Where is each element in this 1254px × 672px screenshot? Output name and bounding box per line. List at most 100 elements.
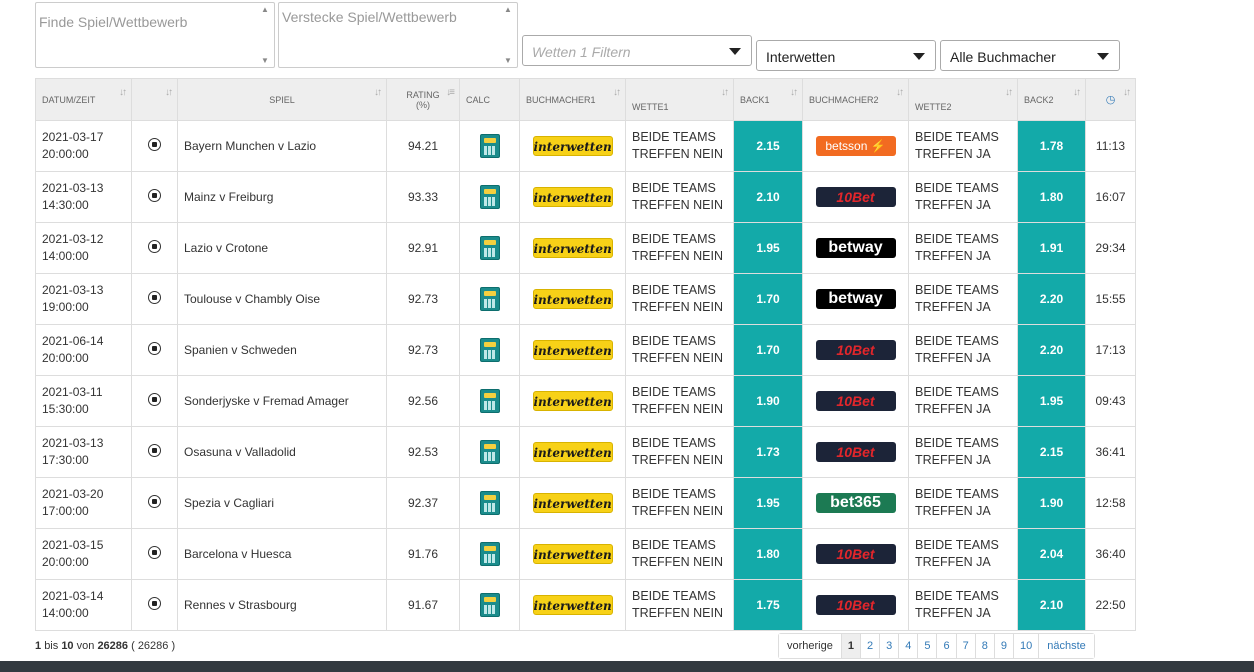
- calculator-icon[interactable]: [479, 134, 500, 158]
- pager-prev-button[interactable]: vorherige: [779, 634, 842, 658]
- pager-page-6[interactable]: 6: [937, 634, 957, 658]
- pager-page-3[interactable]: 3: [880, 634, 900, 658]
- scroll-up-icon[interactable]: ▲: [504, 5, 512, 14]
- cell-back1[interactable]: 1.95: [733, 477, 803, 529]
- interwetten-logo[interactable]: interwetten: [532, 544, 613, 564]
- calculator-icon[interactable]: [479, 287, 500, 311]
- calculator-icon[interactable]: [479, 236, 500, 260]
- col-header-spiel[interactable]: SPIEL ↓↑: [177, 78, 387, 121]
- col-header-back2[interactable]: BACK2 ↓↑: [1017, 78, 1086, 121]
- cell-back2[interactable]: 1.78: [1017, 120, 1086, 172]
- col-header-rating[interactable]: RATING (%) ↓≡: [386, 78, 460, 121]
- pager-page-9[interactable]: 9: [994, 634, 1014, 658]
- scroll-down-icon[interactable]: ▼: [261, 56, 269, 65]
- col-header-datum[interactable]: DATUM/ZEIT ↓↑: [35, 78, 132, 121]
- cell-back1[interactable]: 1.90: [733, 375, 803, 427]
- calculator-icon[interactable]: [479, 542, 500, 566]
- col-header-bm1[interactable]: BUCHMACHER1 ↓↑: [519, 78, 626, 121]
- bet2-line1: BEIDE TEAMS: [915, 385, 999, 399]
- pager-page-5[interactable]: 5: [918, 634, 938, 658]
- interwetten-logo[interactable]: interwetten: [532, 340, 613, 360]
- interwetten-logo[interactable]: interwetten: [532, 136, 613, 156]
- pager-page-2[interactable]: 2: [860, 634, 881, 658]
- bet2-line1: BEIDE TEAMS: [915, 436, 999, 450]
- hide-match-input[interactable]: Verstecke Spiel/Wettbewerb ▲ ▼: [278, 2, 518, 68]
- col-header-age[interactable]: ◷ ↓↑: [1085, 78, 1136, 121]
- calculator-icon[interactable]: [479, 185, 500, 209]
- cell-back1[interactable]: 1.70: [733, 324, 803, 376]
- betsson-logo[interactable]: betsson ⚡: [815, 136, 896, 156]
- pager-page-7[interactable]: 7: [956, 634, 976, 658]
- bet2-line2: TREFFEN JA: [915, 147, 991, 161]
- calculator-icon[interactable]: [479, 593, 500, 617]
- cell-back1[interactable]: 2.15: [733, 120, 803, 172]
- hide-match-scrollbar[interactable]: ▲ ▼: [500, 3, 517, 67]
- pager-page-4[interactable]: 4: [899, 634, 919, 658]
- cell-back2[interactable]: 2.15: [1017, 426, 1086, 478]
- cell-rating: 92.91: [386, 222, 460, 274]
- cell-match: Lazio v Crotone: [177, 222, 387, 274]
- calculator-icon[interactable]: [479, 491, 500, 515]
- cell-back1[interactable]: 1.75: [733, 579, 803, 631]
- interwetten-logo[interactable]: interwetten: [532, 442, 613, 462]
- 10bet-logo[interactable]: 10Bet: [815, 442, 896, 462]
- cell-rating: 92.37: [386, 477, 460, 529]
- cell-back2[interactable]: 2.20: [1017, 324, 1086, 376]
- scroll-down-icon[interactable]: ▼: [504, 56, 512, 65]
- cell-back2[interactable]: 1.95: [1017, 375, 1086, 427]
- cell-bet2: BEIDE TEAMS TREFFEN JA: [908, 273, 1018, 325]
- cell-back2[interactable]: 2.10: [1017, 579, 1086, 631]
- 10bet-logo[interactable]: 10Bet: [815, 187, 896, 207]
- table-header-row: DATUM/ZEIT ↓↑ ↓↑ SPIEL ↓↑ RATING (%) ↓≡ CALC…: [35, 78, 1136, 121]
- 10bet-logo[interactable]: 10Bet: [815, 340, 896, 360]
- col-header-back1[interactable]: BACK1 ↓↑: [733, 78, 803, 121]
- scroll-up-icon[interactable]: ▲: [261, 5, 269, 14]
- interwetten-logo[interactable]: interwetten: [532, 493, 613, 513]
- cell-back2[interactable]: 1.90: [1017, 477, 1086, 529]
- calculator-icon[interactable]: [479, 389, 500, 413]
- 10bet-logo[interactable]: 10Bet: [815, 544, 896, 564]
- cell-back1[interactable]: 1.70: [733, 273, 803, 325]
- interwetten-logo[interactable]: interwetten: [532, 595, 613, 615]
- cell-back1[interactable]: 2.10: [733, 171, 803, 223]
- cell-rating: 92.56: [386, 375, 460, 427]
- soccer-ball-icon: [148, 597, 161, 610]
- calculator-icon[interactable]: [479, 338, 500, 362]
- bookmaker1-select[interactable]: Interwetten: [756, 40, 936, 71]
- cell-back1[interactable]: 1.95: [733, 222, 803, 274]
- bet365-logo[interactable]: bet365: [815, 493, 896, 513]
- betway-logo[interactable]: betway: [815, 289, 896, 309]
- cell-match: Osasuna v Valladolid: [177, 426, 387, 478]
- 10bet-logo[interactable]: 10Bet: [815, 391, 896, 411]
- bet1-filter-select[interactable]: Wetten 1 Filtern: [522, 35, 752, 66]
- col-header-bm2[interactable]: BUCHMACHER2 ↓↑: [802, 78, 909, 121]
- cell-back2[interactable]: 2.20: [1017, 273, 1086, 325]
- find-match-input[interactable]: Finde Spiel/Wettbewerb ▲ ▼: [35, 2, 275, 68]
- cell-back2[interactable]: 2.04: [1017, 528, 1086, 580]
- calculator-icon[interactable]: [479, 440, 500, 464]
- betway-logo[interactable]: betway: [815, 238, 896, 258]
- bet2-line2: TREFFEN JA: [915, 249, 991, 263]
- pager-page-10[interactable]: 10: [1013, 634, 1040, 658]
- table-row: 2021-03-15 20:00:00 Barcelona v Huesca 91.7…: [35, 528, 1136, 580]
- interwetten-logo[interactable]: interwetten: [532, 289, 613, 309]
- col-header-sport[interactable]: ↓↑: [131, 78, 178, 121]
- find-match-scrollbar[interactable]: ▲ ▼: [257, 3, 274, 67]
- col-header-wette1[interactable]: WETTE1 ↓↑: [625, 78, 734, 121]
- pager-page-8[interactable]: 8: [975, 634, 995, 658]
- interwetten-logo[interactable]: interwetten: [532, 238, 613, 258]
- col-header-back1-label: BACK1: [740, 94, 770, 105]
- pager-page-1[interactable]: 1: [841, 634, 861, 658]
- interwetten-logo[interactable]: interwetten: [532, 187, 613, 207]
- cell-back1[interactable]: 1.73: [733, 426, 803, 478]
- 10bet-logo[interactable]: 10Bet: [815, 595, 896, 615]
- bet2-line1: BEIDE TEAMS: [915, 232, 999, 246]
- cell-back1[interactable]: 1.80: [733, 528, 803, 580]
- bookmaker2-select[interactable]: Alle Buchmacher: [940, 40, 1120, 71]
- pagination: vorherige 1 2 3 4 5 6 7 8 9 10 nächste: [778, 633, 1095, 659]
- col-header-wette2[interactable]: WETTE2 ↓↑: [908, 78, 1018, 121]
- pager-next-button[interactable]: nächste: [1039, 634, 1094, 658]
- cell-back2[interactable]: 1.91: [1017, 222, 1086, 274]
- cell-back2[interactable]: 1.80: [1017, 171, 1086, 223]
- interwetten-logo[interactable]: interwetten: [532, 391, 613, 411]
